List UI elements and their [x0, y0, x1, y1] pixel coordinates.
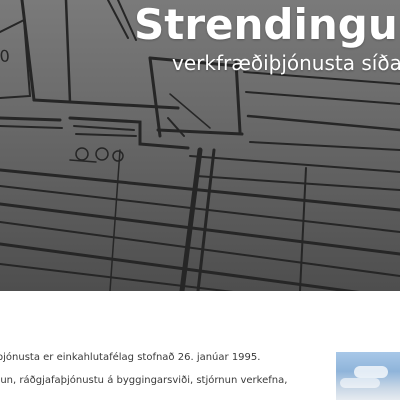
cloud-shape: [354, 366, 388, 378]
svg-text:0: 0: [0, 46, 10, 66]
site-title: Strendingu: [134, 0, 398, 49]
cloud-shape: [340, 378, 380, 388]
hero-banner: 0 Strendingu verkfræðiþjónusta síða: [0, 0, 400, 291]
site-tagline: verkfræðiþjónusta síða: [172, 51, 400, 75]
intro-paragraph-1: iþjónusta er einkahlutafélag stofnað 26.…: [0, 352, 261, 363]
sky-photo-thumbnail: [336, 352, 400, 400]
intro-paragraph-2: nun, ráðgjafaþjónustu á byggingarsviði, …: [0, 375, 288, 386]
